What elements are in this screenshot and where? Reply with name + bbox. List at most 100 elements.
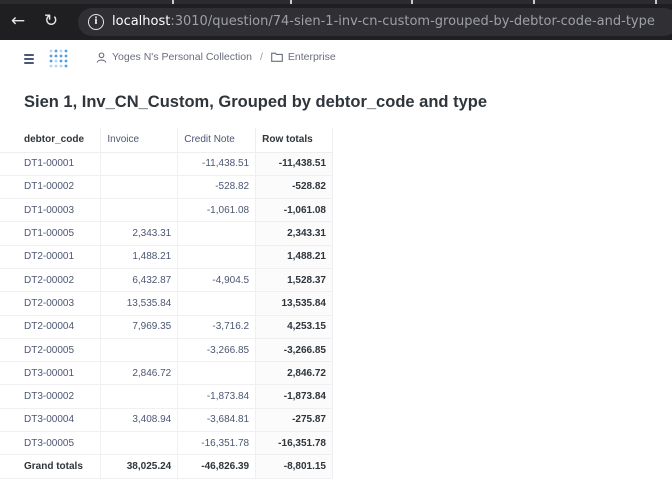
debtor-code-cell[interactable]: DT2-00003 — [0, 291, 101, 316]
table-row: DT1-00005 2,343.31 2,343.31 — [0, 221, 333, 246]
invoice-cell[interactable] — [100, 198, 178, 223]
page-title: Sien 1, Inv_CN_Custom, Grouped by debtor… — [24, 93, 487, 111]
row-total-cell[interactable]: 4,253.15 — [255, 315, 333, 339]
app-header: Yoges N's Personal Collection / Enterpri… — [0, 40, 672, 76]
credit-note-cell[interactable]: -528.82 — [177, 175, 256, 200]
table-row: DT2-00002 6,432.87 -4,904.5 1,528.37 — [0, 268, 333, 293]
breadcrumb-collection[interactable]: Yoges N's Personal Collection — [112, 51, 252, 63]
debtor-code-cell[interactable]: DT2-00002 — [0, 268, 101, 293]
table-row: DT2-00004 7,969.35 -3,716.2 4,253.15 — [0, 315, 333, 339]
folder-icon — [271, 52, 283, 62]
table-row: DT2-00005 -3,266.85 -3,266.85 — [0, 338, 333, 363]
row-total-cell[interactable]: -1,061.08 — [255, 198, 333, 223]
table-row: DT2-00003 13,535.84 13,535.84 — [0, 291, 333, 316]
invoice-cell[interactable] — [100, 152, 178, 176]
back-button[interactable]: ← — [7, 10, 29, 32]
row-total-cell[interactable]: -528.82 — [255, 175, 333, 200]
url-path: :3010/question/74-sien-1-inv-cn-custom-g… — [170, 14, 655, 29]
tab-divider — [411, 0, 413, 4]
credit-note-cell[interactable]: -46,826.39 — [177, 454, 256, 479]
row-total-cell[interactable]: 2,343.31 — [255, 221, 333, 246]
debtor-code-cell[interactable]: DT1-00002 — [0, 175, 101, 200]
grand-totals-label[interactable]: Grand totals — [0, 454, 101, 479]
tab-divider — [290, 0, 292, 4]
breadcrumb-separator: / — [259, 51, 263, 63]
credit-note-cell[interactable]: -4,904.5 — [177, 268, 256, 293]
invoice-cell[interactable]: 2,846.72 — [100, 361, 178, 386]
row-total-cell[interactable]: 2,846.72 — [255, 361, 333, 386]
debtor-code-cell[interactable]: DT1-00003 — [0, 198, 101, 223]
table-header-row: debtor_code Invoice Credit Note Row tota… — [0, 128, 333, 153]
column-header-credit-note[interactable]: Credit Note — [177, 128, 256, 153]
table-row: DT3-00005 -16,351.78 -16,351.78 — [0, 431, 333, 456]
credit-note-cell[interactable]: -11,438.51 — [177, 152, 256, 176]
hamburger-icon[interactable] — [24, 54, 34, 64]
arrow-left-icon: ← — [10, 11, 26, 31]
invoice-cell[interactable]: 7,969.35 — [100, 315, 178, 339]
invoice-cell[interactable]: 3,408.94 — [100, 408, 178, 433]
credit-note-cell[interactable]: -3,266.85 — [177, 338, 256, 363]
credit-note-cell[interactable]: -1,873.84 — [177, 384, 256, 409]
debtor-code-cell[interactable]: DT3-00001 — [0, 361, 101, 386]
url-host: localhost — [112, 14, 171, 29]
address-bar[interactable]: i localhost:3010/question/74-sien-1-inv-… — [78, 8, 672, 36]
credit-note-cell[interactable] — [177, 291, 256, 316]
table-row: DT1-00001 -11,438.51 -11,438.51 — [0, 152, 333, 176]
table-row: DT1-00002 -528.82 -528.82 — [0, 175, 333, 200]
invoice-cell[interactable] — [100, 431, 178, 456]
row-total-cell[interactable]: 1,488.21 — [255, 245, 333, 269]
row-total-cell[interactable]: -11,438.51 — [255, 152, 333, 176]
credit-note-cell[interactable] — [177, 221, 256, 246]
credit-note-cell[interactable] — [177, 361, 256, 386]
invoice-cell[interactable]: 1,488.21 — [100, 245, 178, 269]
column-header-debtor-code[interactable]: debtor_code — [0, 128, 101, 153]
row-total-cell[interactable]: -3,266.85 — [255, 338, 333, 363]
credit-note-cell[interactable]: -3,684.81 — [177, 408, 256, 433]
metabase-logo[interactable] — [48, 48, 68, 68]
row-total-cell[interactable]: -275.87 — [255, 408, 333, 433]
debtor-code-cell[interactable]: DT2-00004 — [0, 315, 101, 339]
reload-icon: ↻ — [43, 11, 59, 31]
row-total-cell[interactable]: -16,351.78 — [255, 431, 333, 456]
credit-note-cell[interactable]: -16,351.78 — [177, 431, 256, 456]
invoice-cell[interactable]: 13,535.84 — [100, 291, 178, 316]
debtor-code-cell[interactable]: DT1-00005 — [0, 221, 101, 246]
grand-totals-row: Grand totals 38,025.24 -46,826.39 -8,801.15 — [0, 454, 333, 479]
table-row: DT3-00001 2,846.72 2,846.72 — [0, 361, 333, 386]
invoice-cell[interactable] — [100, 175, 178, 200]
row-total-cell[interactable]: 13,535.84 — [255, 291, 333, 316]
pivot-table: debtor_code Invoice Credit Note Row tota… — [0, 128, 333, 479]
invoice-cell[interactable]: 38,025.24 — [100, 454, 178, 479]
debtor-code-cell[interactable]: DT1-00001 — [0, 152, 101, 176]
column-header-row-totals[interactable]: Row totals — [255, 128, 333, 153]
credit-note-cell[interactable] — [177, 245, 256, 269]
browser-toolbar: ← ↻ i localhost:3010/question/74-sien-1-… — [0, 0, 672, 40]
invoice-cell[interactable]: 2,343.31 — [100, 221, 178, 246]
invoice-cell[interactable] — [100, 384, 178, 409]
debtor-code-cell[interactable]: DT2-00005 — [0, 338, 101, 363]
url-text[interactable]: localhost:3010/question/74-sien-1-inv-cn… — [112, 14, 655, 29]
reload-button[interactable]: ↻ — [40, 10, 62, 32]
invoice-cell[interactable] — [100, 338, 178, 363]
person-icon — [96, 51, 107, 63]
row-total-cell[interactable]: 1,528.37 — [255, 268, 333, 293]
table-row: DT2-00001 1,488.21 1,488.21 — [0, 245, 333, 269]
info-icon[interactable]: i — [88, 14, 104, 30]
table-row: DT3-00002 -1,873.84 -1,873.84 — [0, 384, 333, 409]
debtor-code-cell[interactable]: DT2-00001 — [0, 245, 101, 269]
tab-strip — [0, 0, 672, 4]
breadcrumb: Yoges N's Personal Collection / Enterpri… — [96, 51, 336, 63]
table-row: DT1-00003 -1,061.08 -1,061.08 — [0, 198, 333, 223]
table-row: DT3-00004 3,408.94 -3,684.81 -275.87 — [0, 408, 333, 433]
debtor-code-cell[interactable]: DT3-00002 — [0, 384, 101, 409]
credit-note-cell[interactable]: -3,716.2 — [177, 315, 256, 339]
credit-note-cell[interactable]: -1,061.08 — [177, 198, 256, 223]
debtor-code-cell[interactable]: DT3-00004 — [0, 408, 101, 433]
column-header-invoice[interactable]: Invoice — [100, 128, 178, 153]
invoice-cell[interactable]: 6,432.87 — [100, 268, 178, 293]
debtor-code-cell[interactable]: DT3-00005 — [0, 431, 101, 456]
tab-divider — [655, 0, 657, 4]
breadcrumb-folder[interactable]: Enterprise — [288, 51, 336, 63]
row-total-cell[interactable]: -8,801.15 — [255, 454, 333, 479]
row-total-cell[interactable]: -1,873.84 — [255, 384, 333, 409]
